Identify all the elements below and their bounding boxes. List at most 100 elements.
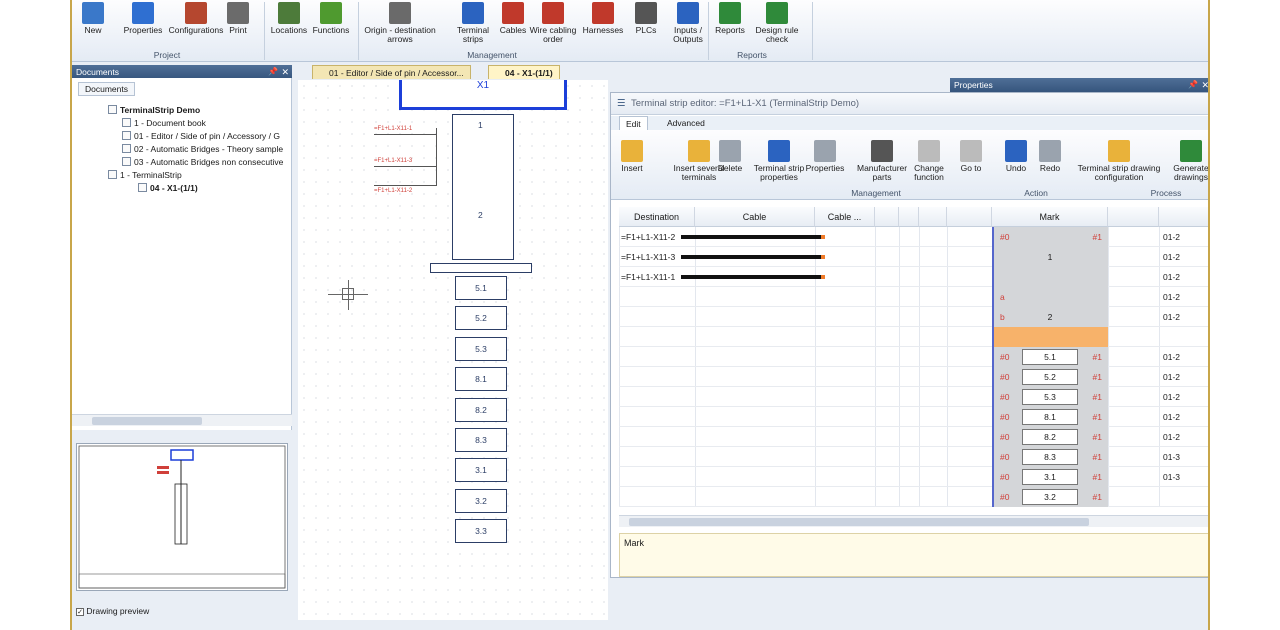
mark-cell[interactable]: #0 #1 5.2	[992, 367, 1108, 387]
terminal-accessory[interactable]	[430, 263, 532, 273]
tree-horizontal-scrollbar[interactable]	[72, 414, 292, 426]
destination-cell[interactable]: =F1+L1-X11-3	[621, 247, 675, 267]
table-row[interactable]: =F1+L1-X11-3 1 01-2	[619, 247, 1208, 267]
column-header[interactable]	[1108, 207, 1159, 227]
terminal-cell[interactable]: 3.2	[455, 489, 507, 513]
reference-cell[interactable]: 01-2	[1163, 267, 1180, 287]
tree-item[interactable]: 02 - Automatic Bridges - Theory sample	[122, 144, 283, 154]
new-button[interactable]: New	[78, 2, 108, 48]
reference-cell[interactable]: 01-2	[1163, 287, 1180, 307]
goto-button[interactable]: Go to	[957, 140, 985, 186]
mark-cell[interactable]	[992, 327, 1108, 347]
print-button[interactable]: Print	[224, 2, 252, 48]
tree-item[interactable]: TerminalStrip Demo	[108, 105, 200, 115]
table-row[interactable]: =F1+L1-X11-2 #0 #1 01-2	[619, 227, 1208, 247]
terminal-cell[interactable]: 5.1	[455, 276, 507, 300]
terminal-cell[interactable]: 5.2	[455, 306, 507, 330]
arrows-button[interactable]: Origin - destination arrows	[356, 2, 444, 48]
reference-cell[interactable]: 01-2	[1163, 247, 1180, 267]
pin-icon[interactable]: 📌	[1188, 78, 1198, 92]
column-header[interactable]	[899, 207, 919, 227]
drawing-preview[interactable]	[76, 443, 288, 591]
tree-item[interactable]: 03 - Automatic Bridges non consecutive	[122, 157, 283, 167]
column-header[interactable]	[919, 207, 947, 227]
info-button[interactable]: Properties	[120, 2, 166, 48]
tree-item[interactable]: 1 - TerminalStrip	[108, 170, 182, 180]
column-header[interactable]	[1159, 207, 1208, 227]
column-header[interactable]	[947, 207, 992, 227]
terminal-block-1-2[interactable]	[452, 114, 514, 260]
drawing-preview-toggle[interactable]: ✓ Drawing preview	[76, 606, 149, 616]
mark-cell[interactable]: #0 #1 8.3	[992, 447, 1108, 467]
reference-cell[interactable]: 01-2	[1163, 387, 1180, 407]
destination-cell[interactable]: =F1+L1-X11-2	[621, 227, 675, 247]
reference-cell[interactable]: 01-2	[1163, 227, 1180, 247]
tree-item[interactable]: 01 - Editor / Side of pin / Accessory / …	[122, 131, 280, 141]
terminal-cell[interactable]: 8.2	[455, 398, 507, 422]
mark-description-area[interactable]: Mark	[619, 533, 1208, 577]
mark-cell[interactable]: b2	[992, 307, 1108, 327]
mark-cell[interactable]: #0 #1 8.1	[992, 407, 1108, 427]
cables-button[interactable]: Cables	[498, 2, 528, 48]
table-row[interactable]	[619, 327, 1208, 347]
table-row[interactable]: #0 #1 8.1 01-2	[619, 407, 1208, 427]
table-row[interactable]: #0 #1 5.3 01-2	[619, 387, 1208, 407]
mark-cell[interactable]: a	[992, 287, 1108, 307]
reference-cell[interactable]: 01-2	[1163, 307, 1180, 327]
grid-horizontal-scrollbar[interactable]	[619, 515, 1208, 527]
mark-cell[interactable]: #0 #1 8.2	[992, 427, 1108, 447]
column-header[interactable]: Cable ...	[815, 207, 875, 227]
column-header[interactable]: Destination	[619, 207, 695, 227]
table-row[interactable]: #0 #1 3.1 01-3	[619, 467, 1208, 487]
harness-button[interactable]: Harnesses	[580, 2, 626, 48]
checkbox-icon[interactable]: ✓	[76, 608, 84, 616]
redo-button[interactable]: Redo	[1035, 140, 1065, 186]
mark-cell[interactable]	[992, 267, 1108, 287]
column-header[interactable]: Cable	[695, 207, 815, 227]
change-function-button[interactable]: Change function	[907, 140, 951, 186]
info-button[interactable]: Properties	[805, 140, 845, 186]
destination-cell[interactable]: =F1+L1-X11-1	[621, 267, 675, 287]
rule-check-button[interactable]: Design rule check	[750, 2, 804, 48]
configurations-button[interactable]: Configurations	[168, 2, 224, 48]
generate-button[interactable]: Generate drawings	[1171, 140, 1208, 186]
terminal-cell[interactable]: 5.3	[455, 337, 507, 361]
mark-cell[interactable]: #0 #1	[992, 227, 1108, 247]
table-row[interactable]: #0 #1 8.3 01-3	[619, 447, 1208, 467]
column-header[interactable]	[875, 207, 899, 227]
locations-button[interactable]: Locations	[268, 2, 310, 48]
mark-cell[interactable]: #0 #1 5.1	[992, 347, 1108, 367]
tab-editor-document[interactable]: 01 - Editor / Side of pin / Accessor...	[312, 65, 471, 79]
terminal-grid[interactable]: Destination Cable Cable ... Mark =F1+L1-X11-…	[619, 207, 1208, 507]
terminal-cell[interactable]: 8.3	[455, 428, 507, 452]
strip-properties-button[interactable]: Terminal strip properties	[751, 140, 807, 186]
table-row[interactable]: a 01-2	[619, 287, 1208, 307]
reports-button[interactable]: Reports	[712, 2, 748, 48]
tab-edit[interactable]: Edit	[619, 116, 648, 130]
insert-button[interactable]: Insert	[619, 140, 645, 186]
close-icon[interactable]: ✕	[281, 65, 289, 79]
scrollbar-thumb[interactable]	[92, 417, 202, 425]
pin-icon[interactable]: 📌	[268, 65, 278, 79]
table-row[interactable]: #0 #1 5.2 01-2	[619, 367, 1208, 387]
terminal-cell[interactable]: 8.1	[455, 367, 507, 391]
tab-x1-document[interactable]: 04 - X1-(1/1)	[488, 65, 560, 79]
drawing-canvas[interactable]: X1 =F1+L1-X11-1 =F1+L1-X11-3 =F1+L1-X11-…	[298, 80, 608, 620]
reference-cell[interactable]: 01-2	[1163, 347, 1180, 367]
io-button[interactable]: Inputs / Outputs	[668, 2, 708, 48]
manufacturer-button[interactable]: Manufacturer parts	[857, 140, 907, 186]
table-row[interactable]: #0 #1 3.2	[619, 487, 1208, 507]
drawing-config-button[interactable]: Terminal strip drawing configuration	[1071, 140, 1167, 186]
reference-cell[interactable]: 01-3	[1163, 467, 1180, 487]
tree-item[interactable]: 1 - Document book	[122, 118, 206, 128]
documents-tab[interactable]: Documents	[78, 82, 135, 96]
terminal-strip-button[interactable]: Terminal strips	[456, 2, 490, 48]
mark-cell[interactable]: #0 #1 5.3	[992, 387, 1108, 407]
table-row[interactable]: #0 #1 5.1 01-2	[619, 347, 1208, 367]
table-row[interactable]: #0 #1 8.2 01-2	[619, 427, 1208, 447]
table-row[interactable]: =F1+L1-X11-1 01-2	[619, 267, 1208, 287]
functions-button[interactable]: Functions	[310, 2, 352, 48]
mark-cell[interactable]: 1	[992, 247, 1108, 267]
tree-item[interactable]: 04 - X1-(1/1)	[138, 183, 198, 193]
undo-button[interactable]: Undo	[1001, 140, 1031, 186]
